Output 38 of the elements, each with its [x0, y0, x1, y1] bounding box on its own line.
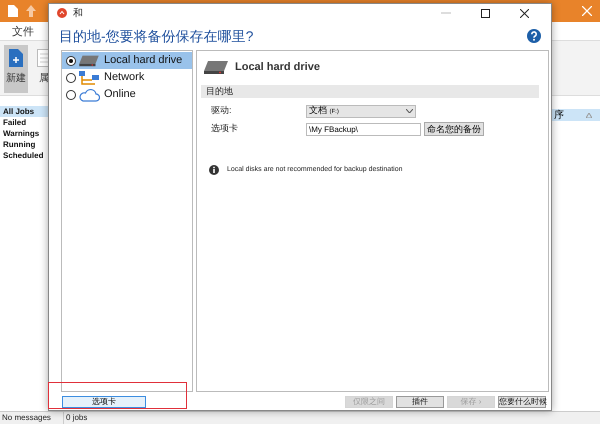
maximize-icon[interactable]	[481, 8, 490, 18]
ribbon-tab[interactable]: 文件	[8, 24, 38, 40]
dropdown-caret-icon	[406, 109, 413, 113]
panel-title: Local hard drive	[235, 60, 320, 75]
network-icon	[78, 70, 100, 86]
app-logo-icon	[57, 8, 67, 18]
cloud-icon	[78, 88, 100, 102]
dialog-heading: 目的地-您要将备份保存在哪里?	[59, 26, 254, 46]
close-icon[interactable]	[520, 8, 529, 18]
status-text: 0 jobs	[65, 412, 88, 424]
destination-option[interactable]: Local hard drive	[62, 52, 192, 69]
sort-icon	[586, 112, 592, 118]
window-title: 和	[73, 6, 83, 20]
job-filter-item[interactable]: All Jobs	[0, 106, 48, 117]
options-button[interactable]: 选项卡	[62, 396, 146, 408]
destination-option[interactable]: Network	[62, 69, 192, 86]
job-filter-item[interactable]: Failed	[0, 117, 48, 128]
rename-button[interactable]: 命名您的备份	[424, 122, 484, 136]
drive-label: 驱动:	[211, 104, 233, 118]
column-header[interactable]: 序	[552, 109, 600, 121]
job-filter-item[interactable]: Running	[0, 139, 48, 150]
dialog-button[interactable]: 您要什么时候	[498, 396, 546, 408]
dialog-button[interactable]: 插件	[396, 396, 444, 408]
path-label: 选项卡	[211, 122, 239, 136]
hard-drive-icon	[203, 59, 229, 75]
job-filter-item[interactable]: Scheduled	[0, 150, 48, 161]
job-filter-item[interactable]: Warnings	[0, 128, 48, 139]
column-header-label: 序	[554, 108, 564, 122]
document-icon[interactable]	[8, 5, 18, 17]
ribbon-button[interactable]: 新建	[4, 45, 28, 93]
destination-option[interactable]: Online	[62, 86, 192, 103]
help-icon[interactable]	[527, 29, 541, 43]
path-field[interactable]: \My FBackup\	[306, 122, 421, 136]
info-icon	[209, 165, 219, 176]
section-header: 目的地	[201, 85, 539, 98]
new-file-icon	[9, 49, 23, 67]
hard-drive-icon	[78, 54, 100, 67]
status-text: No messages	[0, 412, 64, 424]
